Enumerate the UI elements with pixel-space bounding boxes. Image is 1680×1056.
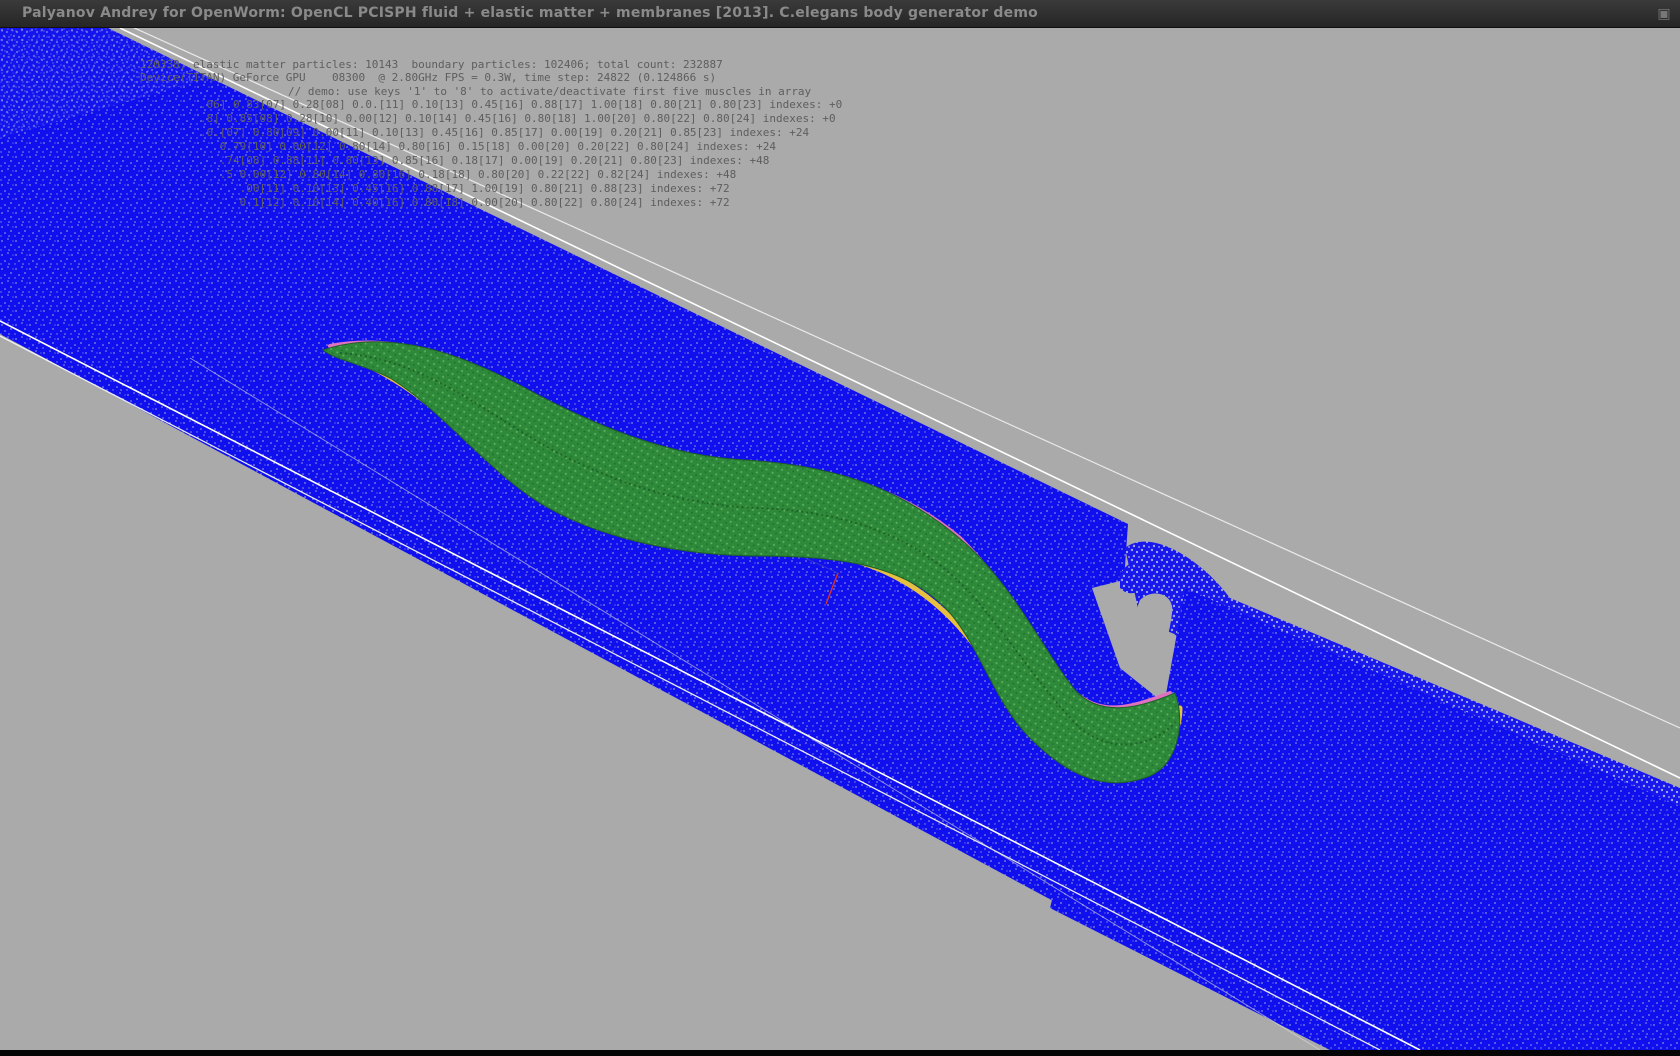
app-window: Palyanov Andrey for OpenWorm: OpenCL PCI… bbox=[0, 0, 1680, 1056]
simulation-scene bbox=[0, 28, 1680, 1050]
window-title: Palyanov Andrey for OpenWorm: OpenCL PCI… bbox=[22, 5, 1038, 21]
bottom-window-edge bbox=[0, 1050, 1680, 1056]
title-bar[interactable]: Palyanov Andrey for OpenWorm: OpenCL PCI… bbox=[0, 0, 1680, 28]
window-menu-icon[interactable]: ▣ bbox=[1656, 6, 1672, 22]
simulation-viewport[interactable]: 120338, elastic matter particles: 10143 … bbox=[0, 28, 1680, 1050]
